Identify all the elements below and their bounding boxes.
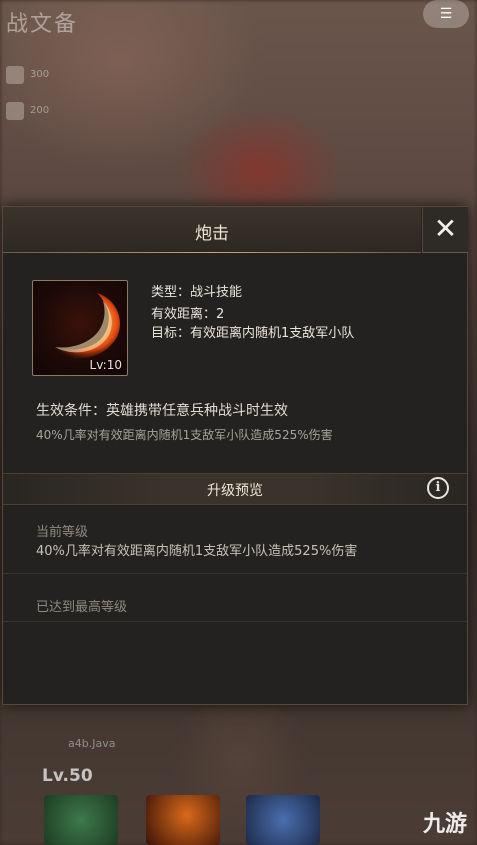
hero-name: a4b.Java	[68, 737, 116, 750]
skill-detail-dialog: 炮击 ✕ Lv:10 类型：战斗技能 有效距离：2 目标：有效距离内随机1支敌军…	[2, 206, 468, 705]
resource-value: 300	[30, 69, 50, 80]
hero-level: Lv.50	[42, 766, 93, 786]
close-button[interactable]: ✕	[422, 207, 468, 253]
max-level-label: 已达到最高等级	[36, 600, 128, 615]
skill-slot[interactable]	[146, 795, 220, 845]
dialog-header: 炮击	[3, 207, 421, 253]
divider	[3, 573, 467, 574]
resource-value: 200	[30, 105, 50, 116]
skill-level: Lv:10	[89, 358, 122, 372]
skill-condition: 生效条件：英雄携带任意兵种战斗时生效	[36, 403, 288, 419]
skill-target: 目标：有效距离内随机1支敌军小队	[151, 326, 355, 341]
skill-description: 40%几率对有效距离内随机1支敌军小队造成525%伤害	[36, 428, 333, 442]
current-level-description: 40%几率对有效距离内随机1支敌军小队造成525%伤害	[36, 544, 358, 559]
hero-avatar[interactable]	[44, 795, 118, 845]
dialog-title: 炮击	[195, 224, 229, 244]
skill-type: 类型：战斗技能	[151, 285, 243, 300]
divider	[3, 621, 467, 622]
upgrade-preview-bar: 升级预览 i	[3, 473, 467, 505]
background-title: 战文备	[6, 12, 79, 37]
info-icon[interactable]: i	[427, 477, 449, 499]
skill-slot[interactable]	[246, 795, 320, 845]
resource-icon	[6, 102, 24, 120]
upgrade-preview-title: 升级预览	[207, 483, 263, 499]
watermark-logo: 九游	[422, 812, 467, 837]
current-level-label: 当前等级	[36, 525, 89, 540]
resource-icon	[6, 66, 24, 84]
skill-icon: Lv:10	[32, 280, 128, 376]
menu-icon[interactable]: ☰	[423, 0, 469, 28]
skill-range: 有效距离：2	[151, 307, 225, 322]
